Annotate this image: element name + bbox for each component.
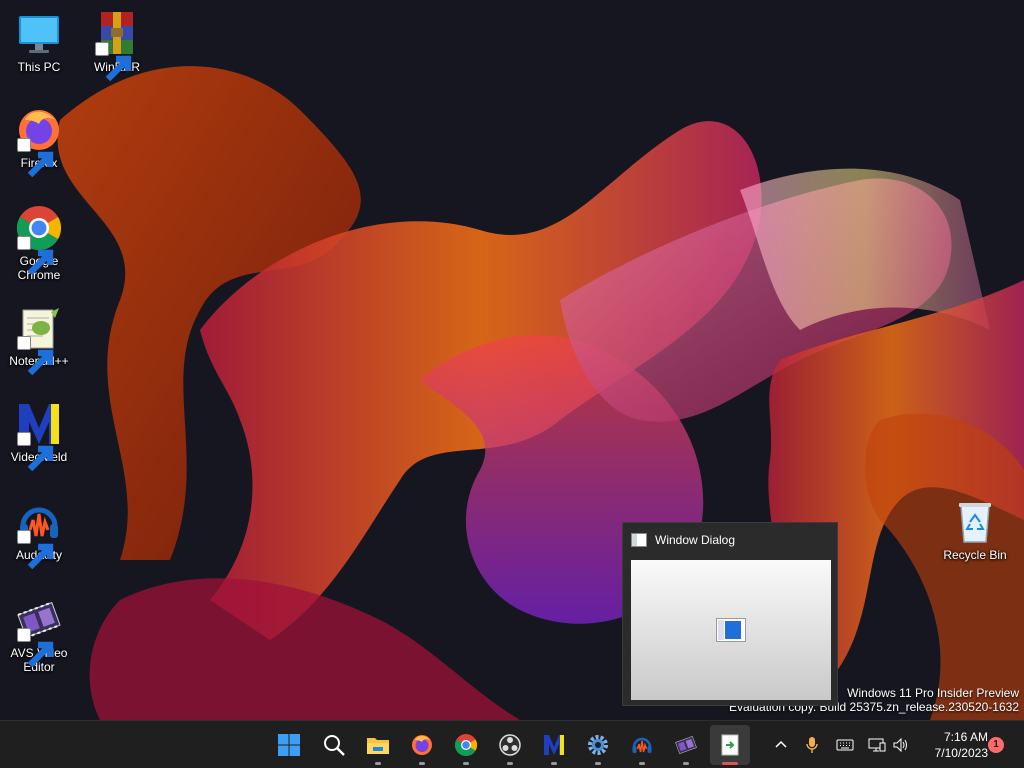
shortcut-arrow-icon xyxy=(17,138,54,178)
chrome-icon xyxy=(454,734,478,757)
desktop-icon-videomeld[interactable]: VideoMeld xyxy=(4,400,74,472)
shortcut-arrow-icon xyxy=(17,628,54,668)
desktop-icon-firefox[interactable]: Firefox xyxy=(4,106,74,178)
chrome-icon xyxy=(15,204,63,276)
desktop-icon-winrar[interactable]: WinRAR xyxy=(82,10,152,82)
running-indicator xyxy=(375,762,381,765)
network-button[interactable] xyxy=(866,731,888,759)
audacity-icon xyxy=(632,737,652,753)
videomeld-icon xyxy=(544,735,564,755)
dialog-header: Window Dialog xyxy=(623,523,837,557)
notification-badge[interactable]: 1 xyxy=(988,737,1004,753)
chevron-up-icon xyxy=(775,740,787,748)
running-indicator xyxy=(683,762,689,765)
search-icon xyxy=(324,735,345,756)
shortcut-arrow-icon xyxy=(17,432,54,472)
running-indicator xyxy=(507,762,513,765)
shortcut-arrow-icon xyxy=(95,42,132,82)
desktop-icon-label: This PC xyxy=(17,60,61,74)
desktop-wallpaper xyxy=(0,0,1024,720)
notepadpp-icon xyxy=(15,304,63,376)
running-indicator xyxy=(639,762,645,765)
desktop-icon-avs-video-editor[interactable]: AVS Video Editor xyxy=(4,596,74,674)
obs-icon xyxy=(499,734,521,756)
window-icon xyxy=(631,533,647,547)
clock-button[interactable]: 7:16 AM 7/10/2023 xyxy=(918,729,988,761)
start-icon xyxy=(278,734,300,756)
running-indicator xyxy=(595,762,601,765)
firefox-icon xyxy=(15,106,63,178)
taskbar-avs-video-editor[interactable] xyxy=(666,725,706,765)
taskbar-audacity[interactable] xyxy=(622,725,662,765)
desktop-icon-notepadpp[interactable]: Notepad++ xyxy=(4,304,74,376)
window-dialog-app-icon xyxy=(721,734,739,756)
avs-video-editor-icon xyxy=(15,596,63,668)
dialog-thumbnail[interactable] xyxy=(631,560,831,700)
shortcut-arrow-icon xyxy=(17,530,54,570)
volume-icon xyxy=(893,737,907,753)
file-explorer-icon xyxy=(367,738,389,754)
network-icon xyxy=(868,738,886,752)
desktop-icon-recycle-bin[interactable]: Recycle Bin xyxy=(940,498,1010,562)
running-indicator xyxy=(551,762,557,765)
keyboard-icon xyxy=(836,739,854,751)
avs-video-editor-icon xyxy=(675,735,697,755)
taskbar-file-explorer[interactable] xyxy=(358,725,398,765)
microphone-button[interactable] xyxy=(802,731,822,759)
dialog-title: Window Dialog xyxy=(655,533,736,547)
desktop-icon-label: Recycle Bin xyxy=(943,548,1007,562)
desktop-icon-audacity[interactable]: Audacity xyxy=(4,498,74,570)
audacity-icon xyxy=(15,498,63,570)
clock-time: 7:16 AM xyxy=(943,730,988,744)
taskbar-chrome[interactable] xyxy=(446,725,486,765)
desktop-icon-google-chrome[interactable]: Google Chrome xyxy=(4,204,74,282)
microphone-icon xyxy=(806,737,818,753)
taskbar-obs[interactable] xyxy=(490,725,530,765)
window-dialog-app-icon xyxy=(716,618,746,642)
window-dialog-preview[interactable]: Window Dialog xyxy=(622,522,838,706)
shortcut-arrow-icon xyxy=(17,236,54,276)
taskbar-settings[interactable] xyxy=(578,725,618,765)
settings-icon xyxy=(588,735,608,755)
recycle-bin-icon xyxy=(951,498,999,546)
taskbar-firefox[interactable] xyxy=(402,725,442,765)
desktop-icon-this-pc[interactable]: This PC xyxy=(4,10,74,74)
computer-icon xyxy=(15,10,63,58)
volume-button[interactable] xyxy=(890,731,912,759)
shortcut-arrow-icon xyxy=(17,336,54,376)
taskbar-videomeld[interactable] xyxy=(534,725,574,765)
keyboard-button[interactable] xyxy=(834,731,856,759)
running-indicator xyxy=(463,762,469,765)
taskbar: 7:16 AM 7/10/2023 1 xyxy=(0,720,1024,768)
running-indicator xyxy=(419,762,425,765)
show-hidden-icons-button[interactable] xyxy=(770,731,792,759)
running-indicator-active xyxy=(722,762,738,765)
start-button[interactable] xyxy=(269,725,309,765)
videomeld-icon xyxy=(15,400,63,472)
winrar-icon xyxy=(93,10,141,82)
clock-date: 7/10/2023 xyxy=(934,746,988,760)
taskbar-window-dialog[interactable] xyxy=(710,725,750,765)
firefox-icon xyxy=(412,735,432,755)
search-button[interactable] xyxy=(314,725,354,765)
